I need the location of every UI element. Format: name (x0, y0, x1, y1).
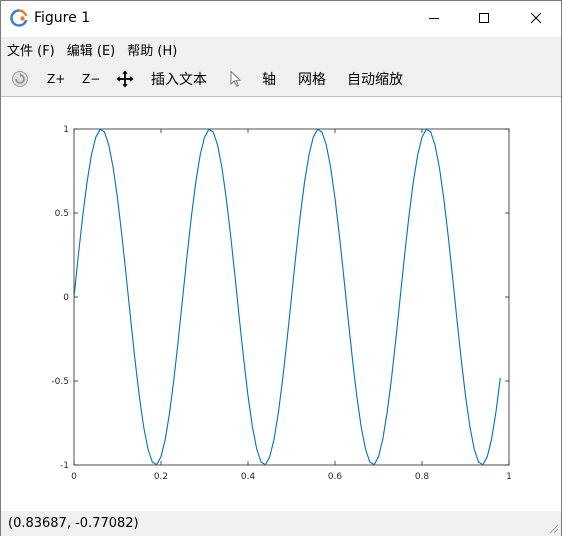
figure-window: Figure 1 文件 (F) 编辑 (E) 帮助 (H) Z+ Z− 插入文本… (0, 0, 562, 536)
zoom-in-label: Z+ (47, 72, 66, 86)
axes[interactable]: 0 0.2 0.4 0.6 0.8 1 1 0.5 0 -0.5 -1 (51, 125, 511, 482)
axis-button[interactable]: 轴 (262, 61, 276, 97)
insert-text-button[interactable]: 插入文本 (151, 61, 207, 97)
maximize-icon (479, 13, 489, 23)
y-tick-label: -1 (60, 461, 69, 471)
octave-logo-icon (10, 9, 28, 27)
x-tick-label: 0.6 (328, 472, 343, 482)
pan-move-icon (116, 70, 134, 88)
close-icon (530, 12, 542, 24)
menu-edit[interactable]: 编辑 (E) (67, 40, 116, 59)
zoom-in-button[interactable]: Z+ (47, 61, 65, 97)
x-tick-label: 0.8 (415, 472, 430, 482)
zoom-out-label: Z− (82, 72, 101, 86)
select-button[interactable] (229, 61, 243, 97)
insert-text-label: 插入文本 (151, 72, 207, 88)
menu-help[interactable]: 帮助 (H) (127, 40, 177, 59)
menu-bar: 文件 (F) 编辑 (E) 帮助 (H) (1, 37, 561, 61)
autoscale-label: 自动缩放 (347, 72, 403, 88)
grid-button[interactable]: 网格 (298, 61, 326, 97)
x-tick-label: 1 (506, 472, 512, 482)
rotate-button[interactable] (11, 61, 29, 97)
figure-canvas[interactable]: 0 0.2 0.4 0.6 0.8 1 1 0.5 0 -0.5 -1 (1, 98, 561, 510)
menu-file[interactable]: 文件 (F) (7, 40, 55, 59)
toolbar: Z+ Z− 插入文本 轴 网格 自动缩放 (1, 61, 561, 97)
grid-label: 网格 (298, 72, 326, 88)
pan-button[interactable] (116, 61, 134, 97)
pointer-select-icon (230, 70, 242, 87)
status-bar: (0.83687, -0.77082) (1, 511, 561, 536)
rotate-3d-icon (12, 71, 28, 87)
minimize-button[interactable] (411, 1, 457, 35)
x-tick-label: 0.2 (154, 472, 168, 482)
y-tick-label: 0.5 (55, 209, 69, 219)
minimize-icon (429, 18, 439, 19)
cursor-coordinates: (0.83687, -0.77082) (8, 516, 139, 531)
maximize-button[interactable] (461, 1, 507, 35)
zoom-out-button[interactable]: Z− (82, 61, 100, 97)
plot-svg[interactable]: 0 0.2 0.4 0.6 0.8 1 1 0.5 0 -0.5 -1 (1, 98, 561, 510)
resize-grip-icon[interactable] (547, 522, 559, 534)
y-tick-label: 0 (63, 293, 69, 303)
x-tick-label: 0 (71, 472, 77, 482)
title-bar[interactable]: Figure 1 (1, 1, 561, 35)
window-title: Figure 1 (34, 10, 91, 26)
y-tick-label: -0.5 (51, 377, 69, 387)
y-tick-label: 1 (63, 125, 69, 135)
close-button[interactable] (513, 1, 559, 35)
axis-label: 轴 (262, 72, 276, 88)
autoscale-button[interactable]: 自动缩放 (347, 61, 403, 97)
x-tick-label: 0.4 (241, 472, 256, 482)
